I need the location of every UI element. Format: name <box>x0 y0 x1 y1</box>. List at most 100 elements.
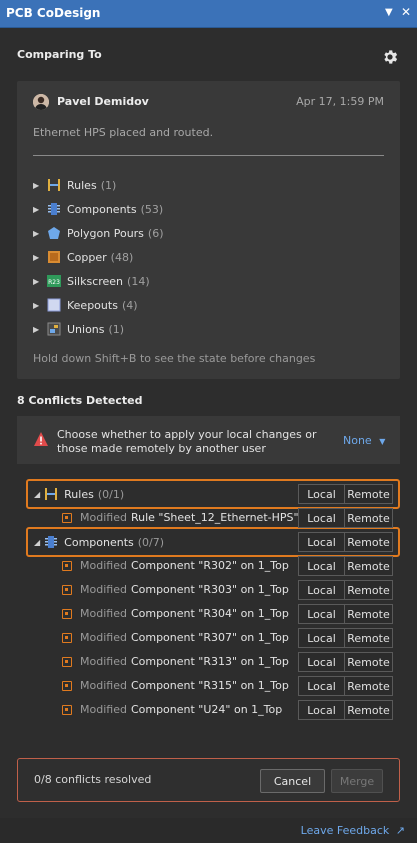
modified-icon <box>62 584 72 595</box>
avatar <box>33 94 49 110</box>
local-button[interactable]: Local <box>298 676 345 696</box>
remote-button[interactable]: Remote <box>345 652 393 672</box>
expand-arrow-icon[interactable]: ▶ <box>33 325 41 334</box>
cancel-button[interactable]: Cancel <box>260 769 325 793</box>
panel-title: PCB CoDesign <box>6 6 101 20</box>
svg-text:R23: R23 <box>48 279 60 286</box>
modified-label: Modified <box>80 607 127 620</box>
object-name: Component "R307" on 1_Top <box>130 631 289 644</box>
component-icon <box>44 535 58 549</box>
remote-button[interactable]: Remote <box>345 556 393 576</box>
tree-item-keepouts[interactable]: ▶ Keepouts (4) <box>33 295 138 315</box>
group-label: Rules <box>64 487 94 501</box>
modified-icon <box>62 608 72 619</box>
panel-titlebar: PCB CoDesign ▼ ✕ <box>0 0 417 28</box>
tree-count: (4) <box>121 298 138 312</box>
remote-button[interactable]: Remote <box>345 532 393 552</box>
local-remote-toggle: Local Remote <box>298 532 393 552</box>
local-button[interactable]: Local <box>298 484 345 504</box>
component-icon <box>47 202 61 216</box>
modified-label: Modified <box>80 631 127 644</box>
remote-button[interactable]: Remote <box>345 628 393 648</box>
feedback-label: Leave Feedback <box>300 824 390 837</box>
tree-label: Polygon Pours <box>67 226 144 240</box>
modified-icon <box>62 560 72 571</box>
local-button[interactable]: Local <box>298 652 345 672</box>
expand-arrow-icon[interactable]: ▶ <box>33 229 41 238</box>
local-button[interactable]: Local <box>298 556 345 576</box>
remote-button[interactable]: Remote <box>345 484 393 504</box>
bottom-bar: Leave Feedback ↗ <box>0 818 417 843</box>
chevron-down-icon: ▼ <box>379 437 386 446</box>
tree-item-polygon-pours[interactable]: ▶ Polygon Pours (6) <box>33 223 164 243</box>
tree-item-rules[interactable]: ▶ Rules (1) <box>33 175 116 195</box>
modified-icon <box>62 680 72 691</box>
tree-item-components[interactable]: ▶ Components (53) <box>33 199 163 219</box>
local-remote-toggle: Local Remote <box>298 652 393 672</box>
shift-b-hint: Hold down Shift+B to see the state befor… <box>33 352 316 365</box>
tree-item-unions[interactable]: ▶ Unions (1) <box>33 319 124 339</box>
local-remote-toggle: Local Remote <box>298 484 393 504</box>
tree-item-copper[interactable]: ▶ Copper (48) <box>33 247 133 267</box>
object-name: Component "R315" on 1_Top <box>130 679 289 692</box>
tree-label: Copper <box>67 250 107 264</box>
remote-button[interactable]: Remote <box>345 508 393 528</box>
conflict-item[interactable]: Modified Rule "Sheet_12_Ethernet-HPS" Lo… <box>17 506 400 530</box>
object-name: Component "R303" on 1_Top <box>130 583 289 596</box>
group-count: (0/7) <box>137 535 165 549</box>
expand-arrow-icon[interactable]: ▶ <box>33 253 41 262</box>
comparing-heading: Comparing To <box>17 48 102 61</box>
remote-button[interactable]: Remote <box>345 580 393 600</box>
apply-all-dropdown[interactable]: None ▼ <box>343 434 385 447</box>
tree-label: Keepouts <box>67 298 118 312</box>
apply-all-value: None <box>343 434 372 447</box>
local-button[interactable]: Local <box>298 532 345 552</box>
merge-button[interactable]: Merge <box>331 769 383 793</box>
author-name: Pavel Demidov <box>57 95 149 108</box>
modified-label: Modified <box>80 511 127 524</box>
copper-icon <box>47 250 61 264</box>
local-button[interactable]: Local <box>298 628 345 648</box>
resolved-count: 0/8 conflicts resolved <box>34 773 152 786</box>
local-button[interactable]: Local <box>298 604 345 624</box>
collapse-arrow-icon[interactable]: ◢ <box>34 490 40 499</box>
tree-item-silkscreen[interactable]: ▶ R23 Silkscreen (14) <box>33 271 150 291</box>
tree-count: (14) <box>127 274 150 288</box>
expand-arrow-icon[interactable]: ▶ <box>33 277 41 286</box>
union-icon <box>47 322 61 336</box>
local-remote-toggle: Local Remote <box>298 700 393 720</box>
remote-button[interactable]: Remote <box>345 604 393 624</box>
expand-arrow-icon[interactable]: ▶ <box>33 205 41 214</box>
conflict-item[interactable]: Modified Component "U24" on 1_Top Local … <box>17 698 400 722</box>
group-count: (0/1) <box>97 487 125 501</box>
local-button[interactable]: Local <box>298 700 345 720</box>
close-icon[interactable]: ✕ <box>401 5 411 19</box>
modified-icon <box>62 656 72 667</box>
local-button[interactable]: Local <box>298 580 345 600</box>
comparison-card: Pavel Demidov Apr 17, 1:59 PM Ethernet H… <box>17 81 400 379</box>
keepout-icon <box>47 298 61 312</box>
collapse-arrow-icon[interactable]: ◢ <box>34 538 40 547</box>
conflict-item[interactable]: Modified Component "R315" on 1_Top Local… <box>17 674 400 698</box>
gear-icon[interactable] <box>381 48 399 66</box>
conflict-item[interactable]: Modified Component "R307" on 1_Top Local… <box>17 626 400 650</box>
commit-comment: Ethernet HPS placed and routed. <box>33 126 214 139</box>
remote-button[interactable]: Remote <box>345 676 393 696</box>
chevron-down-icon[interactable]: ▼ <box>385 6 393 20</box>
local-button[interactable]: Local <box>298 508 345 528</box>
conflict-item[interactable]: Modified Component "R304" on 1_Top Local… <box>17 602 400 626</box>
expand-arrow-icon[interactable]: ▶ <box>33 181 41 190</box>
commit-date: Apr 17, 1:59 PM <box>296 95 384 108</box>
conflict-item[interactable]: Modified Component "R303" on 1_Top Local… <box>17 578 400 602</box>
external-link-icon: ↗ <box>395 824 405 837</box>
expand-arrow-icon[interactable]: ▶ <box>33 301 41 310</box>
modified-icon <box>62 704 72 715</box>
conflict-group-rules[interactable]: ◢ Rules (0/1) Local Remote <box>17 482 400 506</box>
conflict-item[interactable]: Modified Component "R313" on 1_Top Local… <box>17 650 400 674</box>
leave-feedback-link[interactable]: Leave Feedback ↗ <box>301 824 405 837</box>
remote-button[interactable]: Remote <box>345 700 393 720</box>
conflict-item[interactable]: Modified Component "R302" on 1_Top Local… <box>17 554 400 578</box>
tree-label: Components <box>67 202 137 216</box>
tree-count: (6) <box>147 226 164 240</box>
conflict-group-components[interactable]: ◢ Components (0/7) Local Remote <box>17 530 400 554</box>
